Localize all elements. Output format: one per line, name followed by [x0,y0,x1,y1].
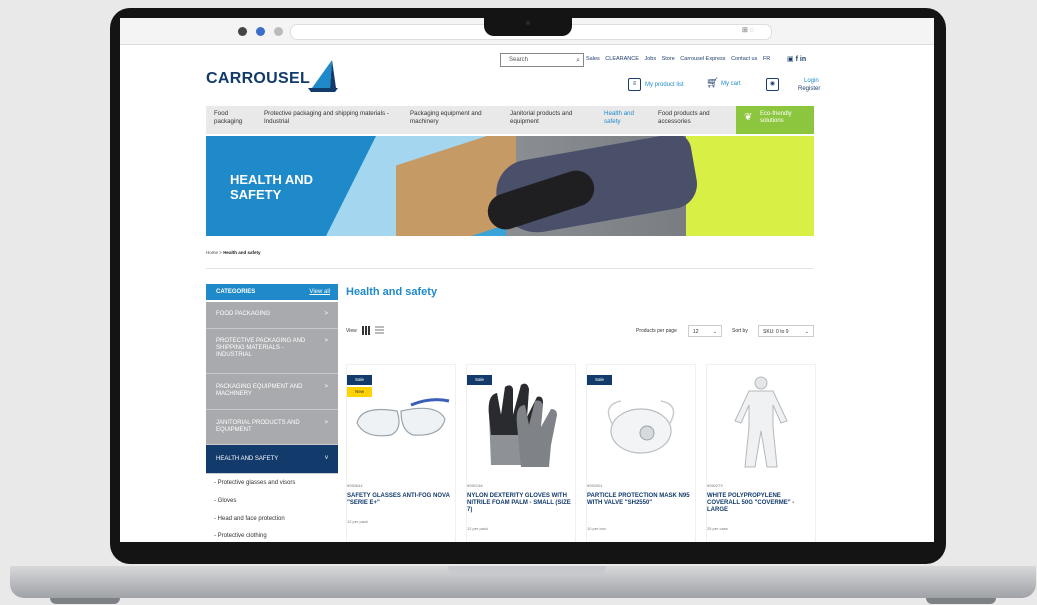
page-title: Health and safety [346,286,438,298]
nav-item-janitorial[interactable]: Janitorial products and equipment [510,110,598,126]
divider [206,268,814,269]
listing-toolbar: View Products per page 12 ⌄ Sort by SKU: … [346,324,814,340]
product-list-link[interactable]: ≡ My product list [628,78,684,91]
breadcrumb: Home > Health and safety [206,250,261,255]
categories-header: CATEGORIES View all [206,284,338,300]
browser-extensions[interactable]: ⊞ ◌ [742,26,754,34]
chevron-down-icon: ⌄ [804,329,809,335]
product-image-coverall [734,376,788,468]
nav-item-eco-friendly[interactable]: ❦ Eco-friendly solutions [736,106,814,134]
top-link-contact[interactable]: Contact us [731,56,757,62]
chevron-down-icon: ⌄ [712,329,717,335]
chevron-right-icon: > [324,384,328,390]
chevron-right-icon: > [324,420,328,426]
subcategory-clothing[interactable]: - Protective clothing [214,533,267,539]
browser-logo-icon[interactable] [256,27,265,36]
camera-notch [484,16,572,36]
leaf-icon: ❦ [744,112,753,123]
main-nav: Food packaging Protective packaging and … [206,106,814,134]
breadcrumb-current: Health and safety [223,250,261,255]
breadcrumb-home[interactable]: Home [206,250,218,255]
settings-icon[interactable] [274,27,283,36]
screen: ⊞ ◌ CARROUSEL Search ⌕ Sales CLEARANCE J… [120,18,934,542]
subcategory-gloves[interactable]: - Gloves [214,498,236,504]
product-sku: 9050148 [467,483,483,488]
product-name[interactable]: PARTICLE PROTECTION MASK N95 WITH VALVE … [587,493,695,507]
product-unit: 10 per box [587,526,606,531]
login-link[interactable]: ◉ Login Register [766,78,820,92]
top-link-clearance[interactable]: CLEARANCE [605,56,639,62]
view-all-link[interactable]: View all [309,289,330,295]
sort-select[interactable]: SKU: 0 to 9 ⌄ [758,325,814,337]
category-protective-packaging[interactable]: PROTECTIVE PACKAGING AND SHIPPING MATERI… [206,329,338,374]
product-sku: 9050644 [347,483,363,488]
top-link-store[interactable]: Store [662,56,675,62]
subcategory-glasses[interactable]: - Protective glasses and visors [214,480,295,486]
chevron-down-icon: v [325,455,328,461]
product-image-mask [607,400,675,454]
product-name[interactable]: SAFETY GLASSES ANTI-FOG NOVA "SERIE E+" [347,493,455,507]
grid-view-icon[interactable] [362,326,371,335]
hero-title: HEALTH AND SAFETY [230,172,314,202]
top-link-sales[interactable]: Sales [586,56,600,62]
cart-icon: 🛒︎ [706,78,719,89]
sail-logo-icon [308,60,338,92]
register-link[interactable]: Register [798,86,820,92]
product-unit: 25 per case [707,526,728,531]
top-link-express[interactable]: Carrousel Express [680,56,725,62]
chevron-right-icon: > [324,338,328,344]
laptop-base [10,566,1036,604]
product-name[interactable]: WHITE POLYPROPYLENE COVERALL 50G "COVERM… [707,493,815,514]
product-image-gloves [488,383,557,467]
category-packaging-equipment[interactable]: PACKAGING EQUIPMENT AND MACHINERY > [206,374,338,410]
category-health-safety[interactable]: HEALTH AND SAFETY v [206,445,338,474]
product-card[interactable]: Sale New 9050644 SAFETY GLASSES ANTI-FOG… [346,364,456,542]
top-link-jobs[interactable]: Jobs [644,56,656,62]
category-sidebar: CATEGORIES View all FOOD PACKAGING > PROT… [206,284,338,542]
product-card[interactable]: Sale 9052001 PARTICLE PROTECTION MASK N9… [586,364,696,542]
linkedin-icon[interactable]: in [800,56,806,63]
nav-item-packaging-equipment[interactable]: Packaging equipment and machinery [410,110,500,126]
nav-item-protective-packaging[interactable]: Protective packaging and shipping materi… [264,110,394,126]
top-link-lang[interactable]: FR [763,56,770,62]
social-links: ▣ f in [787,55,806,63]
nav-item-food-packaging[interactable]: Food packaging [214,110,250,126]
carrousel-logo[interactable]: CARROUSEL [206,70,310,88]
product-name[interactable]: NYLON DEXTERITY GLOVES WITH NITRILE FOAM… [467,493,575,514]
product-card[interactable]: Sale 9050148 NYLON DEXTERITY GLOVES WITH… [466,364,576,542]
facebook-icon[interactable]: f [796,56,798,63]
search-input[interactable]: Search ⌕ [500,53,584,67]
top-links: Sales CLEARANCE Jobs Store Carrousel Exp… [586,56,774,62]
product-unit: 12 per pack [467,526,488,531]
youtube-icon[interactable]: ▣ [787,56,794,63]
clipboard-icon: ≡ [628,78,641,91]
product-card[interactable]: 9050273 WHITE POLYPROPYLENE COVERALL 50G… [706,364,816,542]
nav-item-health-safety[interactable]: Health and safety [604,110,648,126]
search-icon[interactable]: ⌕ [576,55,580,67]
per-page-select[interactable]: 12 ⌄ [688,325,722,337]
nav-item-food-products[interactable]: Food products and accessories [658,110,728,126]
list-view-icon[interactable] [375,326,384,335]
category-food-packaging[interactable]: FOOD PACKAGING > [206,302,338,329]
cart-link[interactable]: 🛒︎ My cart [706,78,741,89]
product-sku: 9050273 [707,483,723,488]
category-janitorial[interactable]: JANITORIAL PRODUCTS AND EQUIPMENT > [206,410,338,445]
hero-banner: HEALTH AND SAFETY [206,136,814,236]
chevron-right-icon: > [324,311,328,317]
user-icon: ◉ [766,78,779,91]
product-image-glasses [356,398,450,437]
search-placeholder: Search [509,57,529,63]
product-sku: 9052001 [587,483,603,488]
subcategory-head-face[interactable]: - Head and face protection [214,516,285,522]
theme-icon[interactable] [238,27,247,36]
product-unit: 12 per pack [347,519,368,524]
